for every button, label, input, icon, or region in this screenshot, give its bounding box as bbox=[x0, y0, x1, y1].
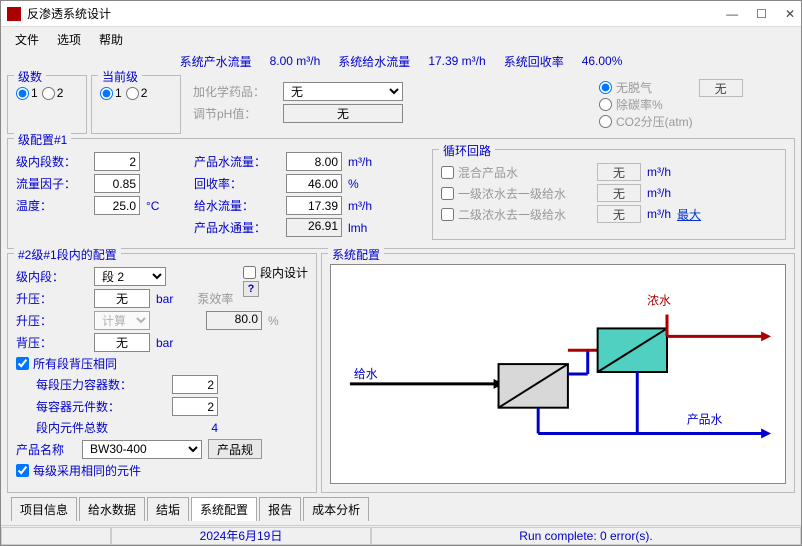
app-icon bbox=[7, 7, 21, 21]
sys-feed-flow-value: 17.39 m³/h bbox=[428, 54, 485, 68]
flux-value: 26.91 bbox=[286, 218, 342, 237]
passes-input[interactable] bbox=[94, 152, 140, 171]
help-icon[interactable]: ? bbox=[243, 281, 259, 297]
chem-add-select[interactable]: 无 bbox=[283, 82, 403, 101]
pass-in-stage-label: 级内段： bbox=[16, 268, 88, 285]
recovery-label: 回收率： bbox=[194, 175, 280, 192]
pump-eff-value: 80.0 bbox=[206, 311, 262, 330]
temp-label: 温度： bbox=[16, 197, 88, 214]
chem-add-label: 加化学药品： bbox=[193, 83, 277, 100]
recirc-legend: 循环回路 bbox=[439, 142, 495, 159]
backpressure-input[interactable] bbox=[94, 333, 150, 352]
menubar: 文件 选项 帮助 bbox=[1, 27, 801, 51]
current-stage-legend: 当前级 bbox=[98, 68, 142, 85]
boost-label: 升压： bbox=[16, 290, 88, 307]
recovery-unit: % bbox=[348, 177, 359, 191]
total-elements-label: 段内元件总数 bbox=[16, 419, 166, 436]
boost2-label: 升压： bbox=[16, 312, 88, 329]
backpressure-label: 背压： bbox=[16, 334, 88, 351]
perm-flow-label: 产品水流量： bbox=[194, 153, 280, 170]
status-bar: 2024年6月19日 Run complete: 0 error(s). bbox=[1, 525, 801, 545]
sys-feed-flow-label: 系统给水流量 bbox=[338, 53, 410, 70]
total-elements-value: 4 bbox=[172, 421, 218, 435]
feed-flow-unit: m³/h bbox=[348, 199, 372, 213]
close-button[interactable]: ✕ bbox=[785, 7, 795, 21]
elements-per-vessel-input[interactable] bbox=[172, 397, 218, 416]
pv-count-label: 每段压力容器数： bbox=[16, 376, 166, 393]
tab-cost-analysis[interactable]: 成本分析 bbox=[303, 497, 369, 521]
perm-flow-unit: m³/h bbox=[348, 155, 372, 169]
sys-recovery-value: 46.00% bbox=[582, 54, 623, 68]
product-spec-button[interactable]: 产品规 bbox=[208, 439, 262, 459]
sys-perm-flow-value: 8.00 m³/h bbox=[270, 54, 321, 68]
window-title: 反渗透系统设计 bbox=[27, 5, 726, 22]
stages-radio-1[interactable]: 1 bbox=[16, 86, 38, 100]
system-diagram: 给水 浓水 bbox=[330, 264, 786, 484]
tab-project-info[interactable]: 项目信息 bbox=[11, 497, 77, 521]
sys-perm-flow-label: 系统产水流量 bbox=[180, 53, 252, 70]
conc1-to-feed-checkbox[interactable]: 一级浓水去一级给水 bbox=[441, 185, 591, 202]
flow-factor-label: 流量因子： bbox=[16, 175, 88, 192]
co2p-radio[interactable]: CO2分压(atm) bbox=[599, 113, 693, 130]
internal-design-checkbox[interactable]: 段内设计 bbox=[243, 264, 308, 281]
all-same-back-checkbox[interactable]: 所有段背压相同 bbox=[16, 355, 308, 372]
tab-system-config[interactable]: 系统配置 bbox=[191, 497, 257, 521]
menu-file[interactable]: 文件 bbox=[15, 31, 39, 48]
bottom-tabs: 项目信息 给水数据 结垢 系统配置 报告 成本分析 bbox=[7, 497, 795, 521]
maximize-button[interactable]: ☐ bbox=[756, 7, 767, 21]
sys-recovery-label: 系统回收率 bbox=[504, 53, 564, 70]
pass-select[interactable]: 段 2 bbox=[94, 267, 166, 286]
status-date: 2024年6月19日 bbox=[111, 527, 371, 545]
conc2-to-feed-checkbox[interactable]: 二级浓水去一级给水 bbox=[441, 206, 591, 223]
system-config-legend: 系统配置 bbox=[328, 246, 384, 263]
status-message: Run complete: 0 error(s). bbox=[371, 527, 801, 545]
diagram-perm-label: 产品水 bbox=[687, 413, 723, 427]
stage-config-1-legend: 级配置#1 bbox=[14, 131, 71, 148]
degas-radio[interactable]: 无脱气 bbox=[599, 79, 693, 96]
current-radio-2[interactable]: 2 bbox=[126, 86, 148, 100]
flux-label: 产品水通量： bbox=[194, 219, 280, 236]
tab-scaling[interactable]: 结垢 bbox=[147, 497, 189, 521]
adjust-ph-label: 调节pH值： bbox=[193, 105, 277, 122]
temp-input[interactable] bbox=[94, 196, 140, 215]
gas-value: 无 bbox=[699, 79, 743, 97]
flux-unit: lmh bbox=[348, 221, 367, 235]
recovery-input[interactable] bbox=[286, 174, 342, 193]
conc2-value: 无 bbox=[597, 205, 641, 223]
current-radio-1[interactable]: 1 bbox=[100, 86, 122, 100]
product-select[interactable]: BW30-400 bbox=[82, 440, 202, 459]
feed-flow-input[interactable] bbox=[286, 196, 342, 215]
titlebar: 反渗透系统设计 — ☐ ✕ bbox=[1, 1, 801, 27]
product-name-label: 产品名称 bbox=[16, 441, 76, 458]
boost2-select: 计算 bbox=[94, 311, 150, 330]
diagram-feed-label: 给水 bbox=[354, 367, 378, 381]
same-element-each-stage-checkbox[interactable]: 每级采用相同的元件 bbox=[16, 462, 308, 479]
pv-count-input[interactable] bbox=[172, 375, 218, 394]
flow-factor-input[interactable] bbox=[94, 174, 140, 193]
stages-legend: 级数 bbox=[14, 68, 46, 85]
boost-input[interactable] bbox=[94, 289, 150, 308]
deco2-radio[interactable]: 除碳率% bbox=[599, 96, 693, 113]
passes-label: 级内段数： bbox=[16, 153, 88, 170]
elements-per-vessel-label: 每容器元件数： bbox=[16, 398, 166, 415]
mix-value: 无 bbox=[597, 163, 641, 181]
minimize-button[interactable]: — bbox=[726, 7, 738, 21]
feed-flow-label: 给水流量： bbox=[194, 197, 280, 214]
tab-report[interactable]: 报告 bbox=[259, 497, 301, 521]
diagram-conc-label: 浓水 bbox=[647, 294, 671, 308]
menu-help[interactable]: 帮助 bbox=[99, 31, 123, 48]
stage2-legend: #2级#1段内的配置 bbox=[14, 246, 121, 263]
pump-eff-label: 泵效率 bbox=[197, 290, 233, 307]
stages-radio-2[interactable]: 2 bbox=[42, 86, 64, 100]
tab-feed-data[interactable]: 给水数据 bbox=[79, 497, 145, 521]
menu-options[interactable]: 选项 bbox=[57, 31, 81, 48]
perm-flow-input[interactable] bbox=[286, 152, 342, 171]
mix-product-checkbox[interactable]: 混合产品水 bbox=[441, 164, 591, 181]
max-link[interactable]: 最大 bbox=[677, 206, 701, 223]
adjust-ph-value: 无 bbox=[283, 104, 403, 123]
conc1-value: 无 bbox=[597, 184, 641, 202]
temp-unit: °C bbox=[146, 199, 159, 213]
